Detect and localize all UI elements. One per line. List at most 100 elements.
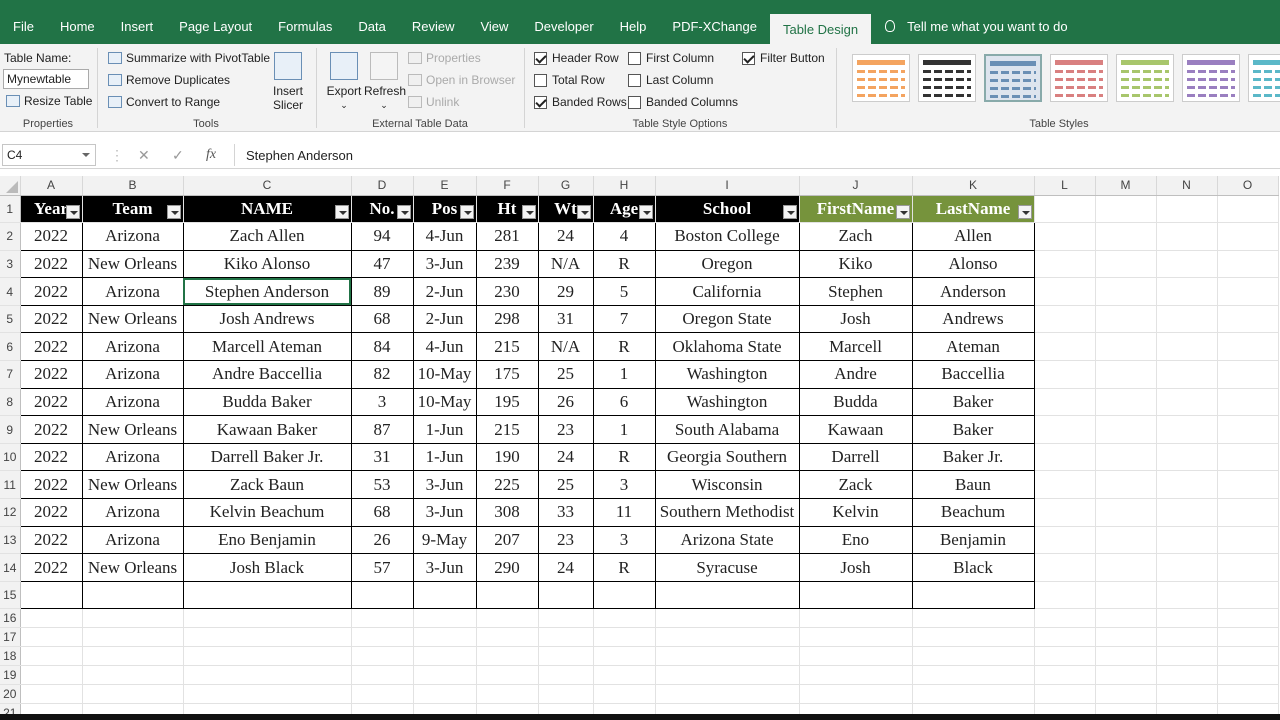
cell[interactable]	[1217, 553, 1279, 582]
row-header[interactable]: 4	[0, 277, 21, 306]
table-cell[interactable]: 84	[350, 332, 414, 362]
cell[interactable]	[912, 581, 1035, 610]
cell[interactable]	[20, 608, 83, 629]
cell[interactable]	[1034, 608, 1096, 629]
cell[interactable]	[1217, 360, 1279, 389]
unlink-button[interactable]: Unlink	[408, 95, 459, 109]
cell[interactable]	[1217, 665, 1279, 686]
cell[interactable]	[1217, 470, 1279, 500]
cell[interactable]	[912, 608, 1035, 629]
cell[interactable]	[1217, 222, 1279, 251]
insert-slicer-button[interactable]: Insert Slicer	[268, 52, 308, 112]
cell[interactable]	[1095, 498, 1157, 527]
cell[interactable]	[1217, 415, 1279, 444]
column-header[interactable]: H	[593, 176, 656, 196]
table-cell[interactable]: Georgia Southern	[654, 442, 800, 472]
table-header-cell[interactable]: Ht	[476, 195, 539, 224]
row-header[interactable]: 20	[0, 684, 21, 705]
table-cell[interactable]: 2022	[19, 442, 83, 472]
total-row-checkbox[interactable]: Total Row	[534, 73, 605, 87]
cell[interactable]	[1217, 388, 1279, 417]
cell[interactable]	[351, 646, 414, 667]
cell[interactable]	[1034, 665, 1096, 686]
cell[interactable]	[655, 665, 800, 686]
cell[interactable]	[1095, 665, 1157, 686]
tab-page-layout[interactable]: Page Layout	[166, 8, 265, 44]
table-cell[interactable]: 87	[350, 415, 414, 444]
cell[interactable]	[1095, 684, 1157, 705]
tab-insert[interactable]: Insert	[108, 8, 167, 44]
cell[interactable]	[593, 581, 656, 610]
table-cell[interactable]: 4-Jun	[412, 222, 477, 251]
table-cell[interactable]: 2022	[19, 360, 83, 389]
cell[interactable]	[19, 581, 83, 610]
table-cell[interactable]: Zach Allen	[182, 222, 352, 251]
table-header-cell[interactable]: No.	[351, 195, 414, 224]
table-cell[interactable]: Beachum	[911, 498, 1035, 527]
cell[interactable]	[20, 627, 83, 648]
cell[interactable]	[413, 627, 477, 648]
table-cell[interactable]: Allen	[911, 222, 1035, 251]
table-cell[interactable]: 31	[350, 442, 414, 472]
cell[interactable]	[1095, 388, 1157, 417]
table-cell[interactable]: Washington	[654, 360, 800, 389]
row-header[interactable]: 11	[0, 470, 21, 500]
cell[interactable]	[413, 646, 477, 667]
table-cell[interactable]: Oregon State	[654, 304, 800, 334]
column-header[interactable]: G	[538, 176, 594, 196]
table-cell[interactable]: N/A	[537, 249, 594, 279]
column-header[interactable]: J	[799, 176, 913, 196]
filter-dropdown-icon[interactable]	[576, 205, 591, 220]
cell[interactable]	[1156, 360, 1218, 389]
row-header[interactable]: 2	[0, 222, 21, 251]
table-name-input[interactable]: Mynewtable	[3, 69, 89, 89]
cell[interactable]	[1034, 581, 1096, 610]
banded-rows-checkbox[interactable]: Banded Rows	[534, 95, 627, 109]
tell-me-search[interactable]: Tell me what you want to do	[871, 8, 1080, 44]
table-cell[interactable]: 33	[537, 498, 594, 527]
cell[interactable]	[82, 608, 184, 629]
row-header[interactable]: 10	[0, 443, 21, 472]
enter-icon[interactable]: ✓	[172, 147, 184, 164]
table-cell[interactable]: 82	[350, 360, 414, 389]
row-header[interactable]: 3	[0, 250, 21, 279]
tab-view[interactable]: View	[467, 8, 521, 44]
filter-dropdown-icon[interactable]	[782, 205, 797, 220]
filter-dropdown-icon[interactable]	[459, 205, 474, 220]
cell[interactable]	[593, 627, 656, 648]
row-header[interactable]: 8	[0, 388, 21, 417]
cell[interactable]	[1156, 498, 1218, 527]
column-header[interactable]: D	[351, 176, 414, 196]
row-header[interactable]: 1	[0, 195, 21, 224]
tab-formulas[interactable]: Formulas	[265, 8, 345, 44]
cell[interactable]	[1095, 627, 1157, 648]
cell[interactable]	[1156, 608, 1218, 629]
column-header[interactable]: B	[82, 176, 184, 196]
cell[interactable]	[1156, 222, 1218, 251]
cell[interactable]	[1156, 443, 1218, 472]
table-cell[interactable]: 25	[537, 470, 594, 500]
filter-dropdown-icon[interactable]	[1017, 205, 1032, 220]
cell[interactable]	[1034, 305, 1096, 334]
row-header[interactable]: 13	[0, 526, 21, 555]
cell[interactable]	[1095, 553, 1157, 582]
table-cell[interactable]: Marcell Ateman	[182, 332, 352, 362]
cell[interactable]	[413, 608, 477, 629]
cell[interactable]	[1156, 553, 1218, 582]
table-cell[interactable]: Andre	[798, 360, 913, 389]
table-cell[interactable]: Budda	[798, 387, 913, 417]
row-header[interactable]: 14	[0, 553, 21, 582]
table-cell[interactable]: 10-May	[412, 387, 477, 417]
cell[interactable]	[655, 646, 800, 667]
table-cell[interactable]: 23	[537, 415, 594, 444]
cell[interactable]	[183, 608, 352, 629]
table-cell[interactable]: 23	[537, 525, 594, 555]
tab-pdf-xchange[interactable]: PDF-XChange	[659, 8, 770, 44]
cell[interactable]	[655, 608, 800, 629]
table-cell[interactable]: 26	[537, 387, 594, 417]
cell[interactable]	[476, 581, 539, 610]
cell[interactable]	[82, 684, 184, 705]
table-cell[interactable]: Marcell	[798, 332, 913, 362]
table-cell[interactable]: 239	[475, 249, 539, 279]
banded-columns-checkbox[interactable]: Banded Columns	[628, 95, 738, 109]
